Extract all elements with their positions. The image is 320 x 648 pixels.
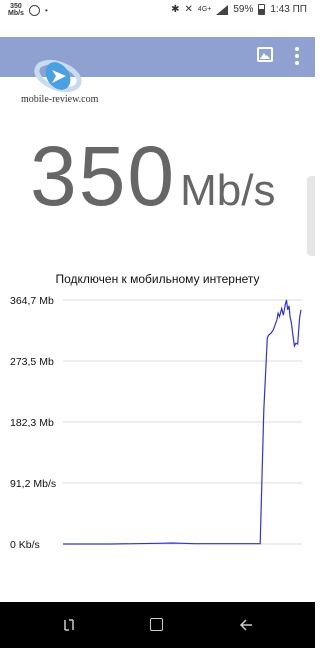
speed-chart: 364,7 Mb 273,5 Mb 182,3 Mb 91,2 Mb/s 0 Kb/s xyxy=(10,295,302,551)
notification-dot-icon: • xyxy=(44,5,48,15)
battery-icon xyxy=(258,4,266,15)
more-options-icon[interactable] xyxy=(295,47,299,65)
back-icon[interactable] xyxy=(238,617,254,633)
current-speed-display: 350 Mb/s xyxy=(30,128,276,225)
logo-text: mobile-review.com xyxy=(21,94,99,105)
whatsapp-icon xyxy=(28,4,40,16)
network-type-label: 4G+ xyxy=(197,6,212,13)
y-tick-label: 0 Kb/s xyxy=(10,539,40,551)
edge-panel-handle[interactable] xyxy=(307,176,315,256)
chart-title: Подключен к мобильному интернету xyxy=(55,272,260,286)
y-tick-label: 182,3 Mb xyxy=(10,417,54,429)
signal-strength-icon xyxy=(216,4,229,15)
current-speed-unit: Mb/s xyxy=(180,166,276,215)
y-tick-label: 91,2 Mb/s xyxy=(10,478,56,490)
bluetooth-icon: ✱ xyxy=(171,4,180,15)
network-speed-unit: Mb/s xyxy=(8,10,24,17)
status-bar: 350 Mb/s • ✱ ✕ 4G+ 59% 1:43 ПП xyxy=(0,0,315,22)
network-speed-value: 350 xyxy=(10,3,22,10)
status-bar-left: 350 Mb/s • xyxy=(8,3,48,17)
image-icon[interactable] xyxy=(257,47,273,62)
recent-apps-icon[interactable] xyxy=(62,618,76,632)
clock: 1:43 ПП xyxy=(270,4,307,15)
battery-percent: 59% xyxy=(233,4,254,15)
home-button[interactable] xyxy=(150,618,163,631)
y-tick-label: 364,7 Mb xyxy=(10,295,54,307)
network-speed-indicator: 350 Mb/s xyxy=(8,3,24,17)
y-tick-label: 273,5 Mb xyxy=(10,356,54,368)
status-bar-right: ✱ ✕ 4G+ 59% 1:43 ПП xyxy=(171,4,307,15)
navigation-bar xyxy=(0,602,315,648)
mute-icon: ✕ xyxy=(184,4,193,15)
current-speed-value: 350 xyxy=(30,129,177,223)
